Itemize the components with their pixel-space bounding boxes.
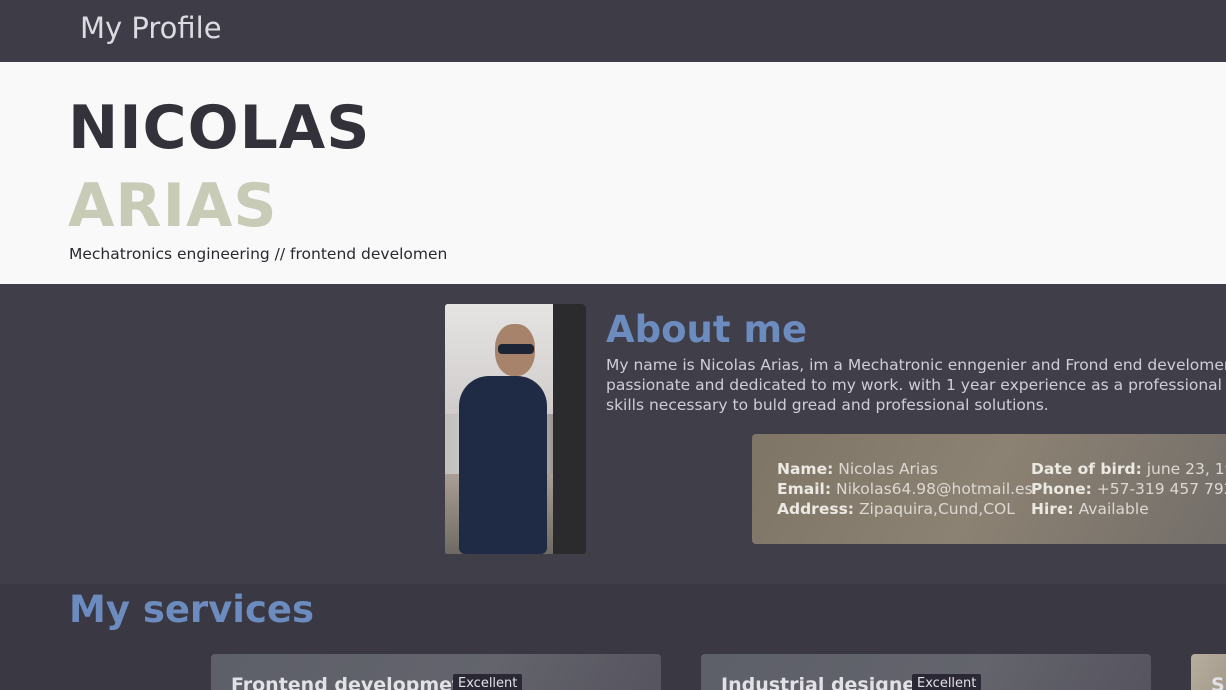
service-card-title: S [1211,674,1225,690]
info-date-of-birth: Date of bird: june 23, 199 [1031,460,1226,478]
first-name-heading: NICOLAS [68,93,371,163]
personal-info-card: Name: Nicolas Arias Email: Nikolas64.98@… [752,434,1226,544]
about-line: passionate and dedicated to my work. wit… [606,376,1226,394]
info-phone: Phone: +57-319 457 7929 [1031,480,1226,498]
info-address: Address: Zipaquira,Cund,COL [777,500,1015,518]
services-section: My services Frontend developmet Excellen… [0,584,1226,690]
page-title[interactable]: My Profile [80,11,222,45]
service-card-industrial-design[interactable]: Industrial designe Excellent [701,654,1151,690]
about-line: skills necessary to buld gread and profe… [606,396,1049,414]
info-column-right: Date of bird: june 23, 199 Phone: +57-31… [1031,459,1226,519]
about-description: My name is Nicolas Arias, im a Mechatron… [606,355,1226,415]
info-email: Email: Nikolas64.98@hotmail.es [777,480,1033,498]
last-name-heading: ARIAS [68,171,278,241]
info-name: Name: Nicolas Arias [777,460,938,478]
service-card-title: Frontend developmet [231,674,462,690]
about-title: About me [606,308,808,351]
about-section: About me My name is Nicolas Arias, im a … [0,284,1226,584]
service-card-partial[interactable]: S [1191,654,1226,690]
about-line: My name is Nicolas Arias, im a Mechatron… [606,356,1226,374]
service-card-title: Industrial designe [721,674,916,690]
skill-level-badge: Excellent [453,674,523,690]
skill-level-badge: Excellent [912,674,982,690]
hero-section: NICOLAS ARIAS Mechatronics engineering /… [0,62,1226,284]
services-title: My services [69,588,315,631]
info-column-left: Name: Nicolas Arias Email: Nikolas64.98@… [777,459,1033,519]
top-nav-bar: My Profile [0,0,1226,62]
tagline: Mechatronics engineering // frontend dev… [69,245,448,263]
service-card-frontend[interactable]: Frontend developmet Excellent [211,654,661,690]
info-hire: Hire: Available [1031,500,1149,518]
profile-photo [445,304,586,554]
